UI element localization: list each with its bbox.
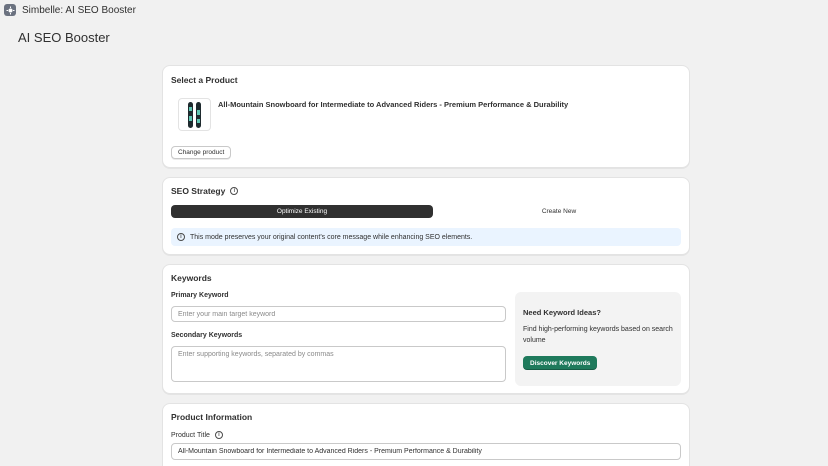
- product-name: All-Mountain Snowboard for Intermediate …: [218, 100, 569, 109]
- keywords-card: Keywords Primary Keyword Secondary Keywo…: [162, 264, 690, 394]
- keyword-ideas-panel: Need Keyword Ideas? Find high-performing…: [515, 292, 681, 386]
- tab-create-new[interactable]: Create New: [433, 205, 685, 218]
- product-information-card: Product Information Product Title i: [162, 403, 690, 466]
- primary-keyword-label: Primary Keyword: [171, 292, 229, 299]
- select-product-title: Select a Product: [171, 75, 238, 85]
- seo-strategy-card: SEO Strategy i Optimize Existing Create …: [162, 177, 690, 255]
- tab-optimize-existing[interactable]: Optimize Existing: [171, 205, 433, 218]
- app-logo-icon: [4, 4, 16, 16]
- secondary-keywords-input[interactable]: [171, 346, 506, 382]
- product-title-input[interactable]: [171, 443, 681, 460]
- product-information-title: Product Information: [171, 412, 253, 422]
- primary-keyword-input[interactable]: [171, 306, 506, 322]
- keywords-title: Keywords: [171, 273, 212, 283]
- secondary-keywords-label: Secondary Keywords: [171, 332, 243, 339]
- page-title: AI SEO Booster: [18, 30, 110, 45]
- keyword-ideas-title: Need Keyword Ideas?: [523, 308, 601, 317]
- product-title-label-row: Product Title i: [171, 431, 223, 439]
- info-icon[interactable]: i: [214, 431, 223, 439]
- change-product-button[interactable]: Change product: [171, 146, 232, 159]
- product-title-label: Product Title: [171, 431, 210, 439]
- window-title: Simbelle: AI SEO Booster: [22, 4, 136, 16]
- select-product-card: Select a Product All-Mountain Snowboard …: [162, 65, 690, 168]
- discover-keywords-button[interactable]: Discover Keywords: [523, 356, 598, 370]
- info-banner: i This mode preserves your original cont…: [171, 228, 681, 246]
- info-icon: i: [177, 233, 185, 241]
- window-titlebar: Simbelle: AI SEO Booster: [0, 0, 828, 20]
- info-banner-text: This mode preserves your original conten…: [190, 233, 473, 241]
- product-thumbnail: [178, 98, 211, 131]
- info-icon[interactable]: i: [230, 187, 239, 195]
- keyword-ideas-description: Find high-performing keywords based on s…: [523, 326, 673, 344]
- seo-strategy-title: SEO Strategy: [171, 186, 226, 196]
- seo-strategy-header: SEO Strategy i: [171, 186, 239, 196]
